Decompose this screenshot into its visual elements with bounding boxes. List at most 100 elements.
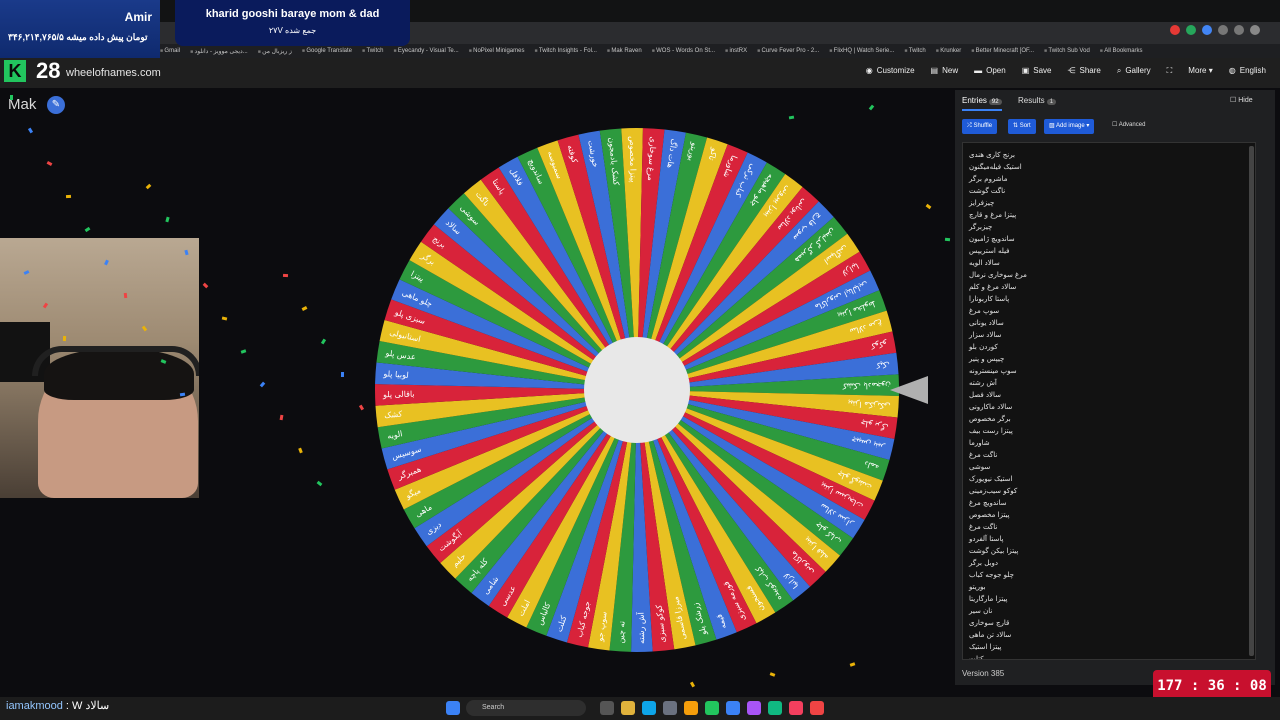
entry-item[interactable]: کتلت [969, 653, 1255, 659]
record-icon[interactable] [1170, 25, 1180, 35]
app-icon[interactable] [768, 701, 782, 715]
entry-item[interactable]: سوپ مینسترونه [969, 365, 1255, 377]
entry-item[interactable]: پیتزا رست بیف [969, 425, 1255, 437]
app-icon[interactable] [789, 701, 803, 715]
nav-share[interactable]: ⋲ Share [1067, 66, 1100, 76]
entry-item[interactable]: ناگت گوشت [969, 185, 1255, 197]
store-icon[interactable] [663, 701, 677, 715]
entry-item[interactable]: پیتزا مرغ و قارچ [969, 209, 1255, 221]
entry-item[interactable]: پاستا کاربونارا [969, 293, 1255, 305]
bookmark-item[interactable]: Google Translate [302, 48, 352, 54]
entry-item[interactable]: برنج کاری هندی [969, 149, 1255, 161]
app-icon[interactable] [705, 701, 719, 715]
bookmark-item[interactable]: دیجی موویز - دانلود... [190, 48, 248, 55]
spin-wheel[interactable]: کشک بادمجون پیتزا مکزیکی چلو برگ چیپس پنیر د… [370, 122, 904, 658]
bookmark-item[interactable]: Twitch [904, 48, 926, 54]
entry-item[interactable]: سالاد الویه [969, 257, 1255, 269]
nav-customize[interactable]: ◉ Customize [866, 66, 915, 76]
site-name[interactable]: wheelofnames.com [66, 67, 161, 79]
entry-item[interactable]: دوبل برگر [969, 557, 1255, 569]
entry-item[interactable]: سالاد مرغ و کلم [969, 281, 1255, 293]
bookmark-item[interactable]: NoPixel Minigames [469, 48, 524, 54]
app-icon[interactable] [747, 701, 761, 715]
tab-results[interactable]: Results 1 [1018, 96, 1057, 105]
nav-new[interactable]: ▤ New [931, 66, 959, 76]
windows-start-icon[interactable] [446, 701, 460, 715]
entry-item[interactable]: برگر مخصوص [969, 413, 1255, 425]
sort-button[interactable]: ⇅ Sort [1008, 119, 1036, 134]
edit-title-button[interactable]: ✎ [47, 96, 65, 114]
nav-language[interactable]: ◍ English [1229, 66, 1266, 76]
profile-icon[interactable] [1250, 25, 1260, 35]
taskbar-search[interactable]: Search [466, 700, 586, 716]
extension-icon[interactable] [1202, 25, 1212, 35]
entry-item[interactable]: استیک نیویورک [969, 473, 1255, 485]
entry-item[interactable]: ناگت مرغ [969, 521, 1255, 533]
bookmark-item[interactable]: Mak Raven [607, 48, 641, 54]
entry-item[interactable]: پیتزا بیکن گوشت [969, 545, 1255, 557]
entry-item[interactable]: پیتزا مارگاریتا [969, 593, 1255, 605]
bookmark-item[interactable]: Better Minecraft [OF... [971, 48, 1034, 54]
entry-item[interactable]: پاستا آلفردو [969, 533, 1255, 545]
bookmark-item[interactable]: Eyecandy - Visual Te... [393, 48, 459, 54]
entry-item[interactable]: شاورما [969, 437, 1255, 449]
entry-item[interactable]: نان سیر [969, 605, 1255, 617]
entry-item[interactable]: کوکو سیب‌زمینی [969, 485, 1255, 497]
entry-item[interactable]: پیتزا استیک [969, 641, 1255, 653]
entry-item[interactable]: سالاد تن ماهی [969, 629, 1255, 641]
entry-item[interactable]: ناگت مرغ [969, 449, 1255, 461]
entry-item[interactable]: چیزفرایز [969, 197, 1255, 209]
wheel-center[interactable] [584, 337, 690, 443]
entry-item[interactable]: قارچ سوخاری [969, 617, 1255, 629]
download-icon[interactable] [1234, 25, 1244, 35]
entry-item[interactable]: ساندویچ مرغ [969, 497, 1255, 509]
add-image-button[interactable]: ▨ Add image ▾ [1044, 119, 1095, 134]
wheel-svg[interactable]: کشک بادمجونپیتزا مکزیکیچلو برگچیپس پنیرد… [370, 122, 904, 658]
puzzle-icon[interactable] [1218, 25, 1228, 35]
nav-more[interactable]: More ▾ [1188, 66, 1212, 76]
entry-item[interactable]: سوشی [969, 461, 1255, 473]
entry-item[interactable]: استیک فیله‌میگنون [969, 161, 1255, 173]
entry-item[interactable]: چیپس و پنیر [969, 353, 1255, 365]
extension-icons[interactable] [1170, 25, 1260, 35]
nav-open[interactable]: ▬ Open [974, 66, 1006, 76]
entry-item[interactable]: ساندویچ ژامبون [969, 233, 1255, 245]
bookmark-item[interactable]: Twitch [362, 48, 383, 54]
bookmark-item[interactable]: Gmail [160, 48, 180, 54]
bookmark-item[interactable]: ز ریزبال من [258, 48, 292, 55]
chrome-icon[interactable] [684, 701, 698, 715]
bookmark-item[interactable]: Krunker [936, 48, 961, 54]
nav-save[interactable]: ▣ Save [1022, 66, 1052, 76]
nav-gallery[interactable]: ⌕ Gallery [1117, 66, 1151, 76]
entry-item[interactable]: سوپ مرغ [969, 305, 1255, 317]
advanced-checkbox[interactable]: ☐ Advanced [1112, 121, 1145, 128]
entry-item[interactable]: سالاد ماکارونی [969, 401, 1255, 413]
entry-item[interactable]: بوریتو [969, 581, 1255, 593]
bookmark-item[interactable]: Twitch Sub Vod [1044, 48, 1089, 54]
whatsapp-icon[interactable] [1186, 25, 1196, 35]
entry-item[interactable]: آش رشته [969, 377, 1255, 389]
bookmark-item[interactable]: FlixHQ | Watch Serie... [829, 48, 895, 54]
entries-textarea[interactable]: برنج کاری هندی استیک فیله‌میگنون ماشروم بر… [962, 142, 1256, 660]
entry-item[interactable]: کوردن بلو [969, 341, 1255, 353]
nav-fullscreen[interactable]: ⛶ [1167, 66, 1173, 76]
bookmark-item[interactable]: instRX [725, 48, 747, 54]
explorer-icon[interactable] [621, 701, 635, 715]
entry-item[interactable]: چلو جوجه کباب [969, 569, 1255, 581]
entry-item[interactable]: فیله استریپس [969, 245, 1255, 257]
entry-item[interactable]: چیزبرگر [969, 221, 1255, 233]
edge-icon[interactable] [642, 701, 656, 715]
bookmark-item[interactable]: WOS - Words On St... [652, 48, 715, 54]
entry-item[interactable]: سالاد سزار [969, 329, 1255, 341]
bookmark-item[interactable]: All Bookmarks [1100, 48, 1142, 54]
bookmark-item[interactable]: Twitch Insights - Fol... [534, 48, 597, 54]
bookmark-item[interactable]: Curve Fever Pro - 2... [757, 48, 820, 54]
entry-item[interactable]: پیتزا مخصوص [969, 509, 1255, 521]
entries-scrollbar[interactable] [1249, 146, 1254, 656]
entry-item[interactable]: ماشروم برگر [969, 173, 1255, 185]
telegram-icon[interactable] [726, 701, 740, 715]
task-view-icon[interactable] [600, 701, 614, 715]
tab-entries[interactable]: Entries 92 [962, 96, 1002, 111]
shuffle-button[interactable]: ⤮ Shuffle [962, 119, 998, 134]
app-icon[interactable] [810, 701, 824, 715]
